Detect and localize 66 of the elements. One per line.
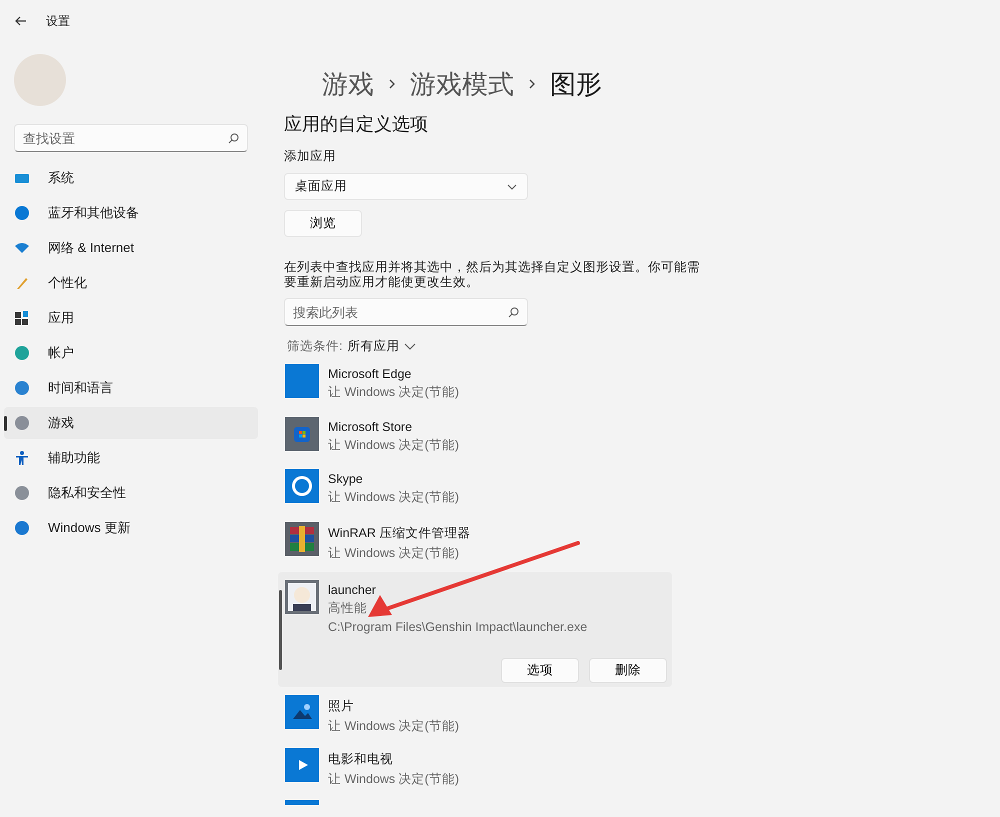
app-name: 电影和电视 (328, 750, 394, 768)
sidebar-item[interactable]: 蓝牙和其他设备 (4, 197, 258, 229)
filter-dropdown[interactable]: 所有应用 (347, 338, 400, 355)
filter-label: 筛选条件: (287, 338, 342, 355)
search-icon (228, 133, 239, 144)
app-list-item[interactable]: 电影和电视 让 Windows 决定(节能) (284, 748, 1000, 800)
category-icon (14, 275, 30, 291)
app-list-item[interactable]: Microsoft Store 让 Windows 决定(节能) (284, 416, 1000, 469)
gpu-preference-text: 让 Windows 决定(节能) (328, 436, 459, 454)
gpu-preference-text: 让 Windows 决定(节能) (328, 384, 459, 401)
app-name: launcher (328, 583, 377, 597)
sidebar-item[interactable]: 游戏 (4, 407, 258, 439)
sidebar-item[interactable]: 隐私和安全性 (4, 477, 258, 509)
app-path-text: C:\Program Files\Genshin Impact\launcher.exe (328, 620, 588, 634)
sidebar-item[interactable]: 网络 & Internet (4, 232, 258, 264)
chevron-down-icon (404, 343, 416, 350)
category-icon (14, 310, 30, 326)
gpu-preference-text: 高性能 (328, 600, 368, 617)
search-icon (508, 307, 519, 318)
gpu-preference-text: 让 Windows 决定(节能) (328, 544, 460, 562)
app-name: 照片 (328, 698, 355, 715)
chevron-right-icon (528, 78, 536, 90)
sidebar-item[interactable]: 辅助功能 (4, 442, 258, 474)
app-name: WinRAR 压缩文件管理器 (328, 524, 470, 542)
description-text: 在列表中查找应用并将其选中，然后为其选择自定义图形设置。你可能需要重新启动应用才能使更改生效。 (284, 260, 701, 290)
category-icon (14, 415, 30, 431)
app-name: Microsoft Store (328, 420, 414, 434)
section-title: 应用的自定义选项 (284, 113, 429, 136)
category-icon (14, 345, 30, 361)
category-icon (14, 485, 30, 501)
options-button[interactable]: 选项 (501, 658, 579, 683)
app-list-item[interactable]: WinRAR 压缩文件管理器 让 Windows 决定(节能) (284, 522, 1000, 574)
sidebar-item[interactable]: 时间和语言 (4, 372, 258, 404)
app-list-item[interactable]: Skype 让 Windows 决定(节能) (284, 469, 1000, 522)
remove-button[interactable]: 删除 (589, 658, 667, 683)
breadcrumb-item[interactable]: 游戏模式 (410, 66, 514, 102)
breadcrumb-item[interactable]: 游戏 (322, 66, 374, 102)
back-arrow-icon[interactable] (15, 16, 27, 26)
sidebar-item[interactable]: 帐户 (4, 337, 258, 369)
category-icon (14, 520, 30, 536)
gpu-preference-text: 让 Windows 决定(节能) (328, 489, 459, 506)
sidebar-item[interactable]: 系统 (4, 162, 258, 194)
sidebar-item[interactable]: 应用 (4, 302, 258, 334)
browse-button[interactable]: 浏览 (284, 210, 362, 237)
category-icon (14, 205, 30, 221)
search-field[interactable]: 查找设置 (14, 124, 248, 152)
expanded-app-panel[interactable]: launcher 高性能 C:\Program Files\Genshin Impact\launcher.exe 选项 删除 (278, 572, 672, 687)
category-icon (14, 380, 30, 396)
category-icon (14, 450, 30, 466)
sidebar-item[interactable]: Windows 更新 (4, 512, 258, 544)
window-title: 设置 (46, 12, 70, 30)
app-list-item[interactable]: Microsoft Edge 让 Windows 决定(节能) (284, 364, 1000, 416)
app-list-item[interactable]: 照片 让 Windows 决定(节能) (284, 695, 1000, 748)
field-label: 添加应用 (284, 148, 337, 165)
avatar-picture (14, 54, 66, 106)
list-search-field[interactable]: 搜索此列表 (284, 298, 528, 326)
app-name: Microsoft Edge (328, 367, 412, 381)
gpu-preference-text: 让 Windows 决定(节能) (328, 718, 459, 735)
gpu-preference-text: 让 Windows 决定(节能) (328, 770, 459, 788)
category-icon (14, 240, 30, 256)
chevron-down-icon (507, 184, 517, 190)
app-type-dropdown[interactable]: 桌面应用 (284, 173, 528, 200)
chevron-right-icon (388, 78, 396, 90)
sidebar-item[interactable]: 个性化 (4, 267, 258, 299)
app-name: Skype (328, 472, 364, 486)
breadcrumb-item: 图形 (550, 68, 602, 100)
